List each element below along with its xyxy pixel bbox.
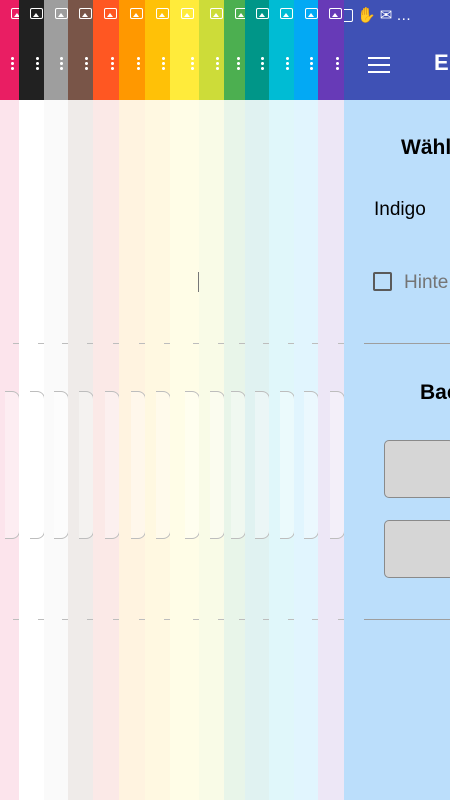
page-strip-deep-orange[interactable] xyxy=(93,0,119,800)
checkbox-label: Hinte xyxy=(404,272,449,293)
image-icon xyxy=(11,8,19,19)
page-strip-amber[interactable] xyxy=(145,0,170,800)
page-title: Ei xyxy=(434,50,450,75)
page-strip-yellow[interactable] xyxy=(170,0,199,800)
button-edge xyxy=(156,391,170,539)
overflow-menu-icon xyxy=(60,56,63,71)
button-edge xyxy=(131,391,145,539)
page-strip-grey[interactable] xyxy=(44,0,68,800)
strip-app-bar xyxy=(224,0,245,100)
image-icon xyxy=(130,8,143,19)
page-strip-brown[interactable] xyxy=(68,0,93,800)
image-icon xyxy=(30,8,43,19)
image-icon xyxy=(156,8,169,19)
section-title-backup: Bac xyxy=(420,381,450,404)
overflow-menu-icon xyxy=(261,56,264,71)
divider xyxy=(364,619,450,620)
strip-app-bar xyxy=(170,0,199,100)
button-edge xyxy=(54,391,68,539)
page-strip-teal[interactable] xyxy=(245,0,269,800)
strip-app-bar xyxy=(119,0,145,100)
button-edge xyxy=(105,391,119,539)
overflow-menu-icon xyxy=(310,56,313,71)
color-value[interactable]: Indigo xyxy=(374,199,426,221)
overflow-menu-icon xyxy=(11,56,14,71)
strip-app-bar xyxy=(0,0,19,100)
section-title-color: Wähl xyxy=(401,136,450,159)
strip-app-bar xyxy=(93,0,119,100)
strip-app-bar xyxy=(145,0,170,100)
button-edge xyxy=(304,391,318,539)
button-edge xyxy=(255,391,269,539)
page-strip-green[interactable] xyxy=(224,0,245,800)
strip-app-bar xyxy=(269,0,294,100)
page-strip-cyan[interactable] xyxy=(269,0,294,800)
overflow-menu-icon xyxy=(85,56,88,71)
overflow-menu-icon xyxy=(286,56,289,71)
overflow-menu-icon xyxy=(137,56,140,71)
button-edge xyxy=(330,391,344,539)
front-page: ✋ ✉ … Ei Wähl Indigo Hinte Bac xyxy=(344,0,450,800)
mail-icon: ✉ xyxy=(379,7,393,24)
overflow-menu-icon xyxy=(111,56,114,71)
strip-app-bar xyxy=(44,0,68,100)
image-icon xyxy=(210,8,223,19)
action-button-2[interactable] xyxy=(384,520,450,578)
background-checkbox[interactable] xyxy=(373,272,392,291)
page-strip-black[interactable] xyxy=(19,0,44,800)
page-strip-orange[interactable] xyxy=(119,0,145,800)
page-strip-pink[interactable] xyxy=(0,0,19,800)
strip-app-bar xyxy=(294,0,318,100)
strip-app-bar xyxy=(19,0,44,100)
strip-app-bar xyxy=(199,0,224,100)
image-icon xyxy=(55,8,68,19)
status-bar: ✋ ✉ … xyxy=(344,6,411,24)
overflow-menu-icon xyxy=(216,56,219,71)
strip-app-bar xyxy=(318,0,344,100)
image-icon xyxy=(305,8,318,19)
hand-icon: ✋ xyxy=(357,7,376,24)
image-icon xyxy=(181,8,194,19)
button-edge xyxy=(5,391,19,539)
image-icon xyxy=(329,8,342,19)
divider xyxy=(364,343,450,344)
image-icon xyxy=(256,8,269,19)
image-icon xyxy=(280,8,293,19)
action-button-1[interactable] xyxy=(384,440,450,498)
image-icon xyxy=(235,8,245,19)
strip-app-bar xyxy=(245,0,269,100)
app-bar: ✋ ✉ … Ei xyxy=(344,0,450,100)
button-edge xyxy=(231,391,245,539)
more-icon: … xyxy=(396,6,412,24)
page-strip-deep-purple[interactable] xyxy=(318,0,344,800)
button-edge xyxy=(210,391,224,539)
button-edge xyxy=(79,391,93,539)
page-strip-lime[interactable] xyxy=(199,0,224,800)
image-icon xyxy=(104,8,117,19)
overflow-menu-icon xyxy=(162,56,165,71)
button-edge xyxy=(280,391,294,539)
button-edge xyxy=(30,391,44,539)
button-edge xyxy=(185,391,199,539)
page-strip-light-blue[interactable] xyxy=(294,0,318,800)
overflow-menu-icon xyxy=(191,56,194,71)
overflow-menu-icon xyxy=(36,56,39,71)
menu-icon[interactable] xyxy=(368,57,390,73)
text-cursor xyxy=(198,272,199,292)
image-icon xyxy=(344,8,353,22)
image-icon xyxy=(79,8,92,19)
strip-app-bar xyxy=(68,0,93,100)
overflow-menu-icon xyxy=(237,56,240,71)
overflow-menu-icon xyxy=(336,56,339,71)
